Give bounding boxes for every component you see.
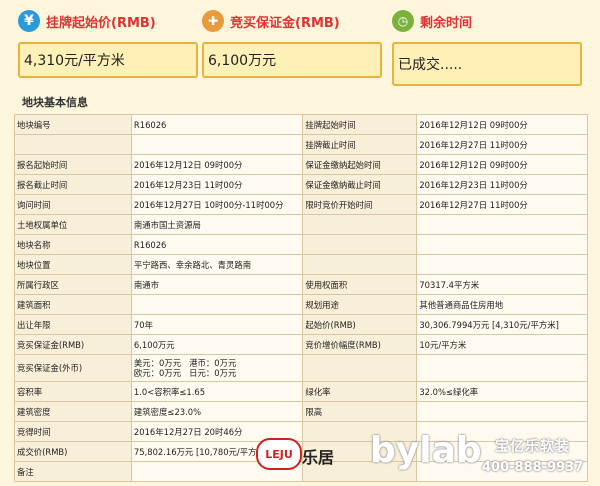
- field-label: 保证金缴纳截止时间: [302, 174, 418, 195]
- field-value: 2016年12月12日 09时00分: [130, 154, 304, 175]
- field-label: 询问时间: [14, 194, 132, 215]
- currency-icon: ¥: [18, 10, 40, 32]
- field-label: 地块编号: [14, 114, 132, 135]
- remaining-time-value: 已成交.....: [392, 42, 582, 86]
- table-row: 报名起始时间 2016年12月12日 09时00分 保证金缴纳起始时间 2016年12…: [14, 154, 588, 175]
- phone-text: 400-888-9937: [482, 460, 584, 475]
- field-label: 绿化率: [302, 381, 418, 402]
- field-label: 报名起始时间: [14, 154, 132, 175]
- leju-text: 乐居: [302, 448, 335, 467]
- field-label: 规划用途: [302, 294, 418, 315]
- field-value: 2016年12月12日 09时00分: [416, 114, 588, 135]
- field-label: [302, 254, 418, 275]
- field-value: 2016年12月23日 11时00分: [416, 174, 588, 195]
- field-value: 2016年12月23日 11时00分: [130, 174, 304, 195]
- section-title: 地块基本信息: [22, 96, 88, 109]
- field-label: 挂牌起始时间: [302, 114, 418, 135]
- field-value: 70317.4平方米: [416, 274, 588, 295]
- field-value: 2016年12月27日 11时00分: [416, 194, 588, 215]
- field-label: 成交价(RMB): [14, 441, 132, 462]
- table-row: 地块位置 平宁路西、幸余路北、青灵路南: [14, 254, 588, 275]
- field-label: 报名截止时间: [14, 174, 132, 195]
- field-label: 所属行政区: [14, 274, 132, 295]
- field-value: 平宁路西、幸余路北、青灵路南: [130, 254, 304, 275]
- field-label: [302, 234, 418, 255]
- deposit-icon: ✚: [202, 10, 224, 32]
- field-value: R16026: [130, 114, 304, 135]
- field-value: 其他普通商品住房用地: [416, 294, 588, 315]
- field-value: 1.0<容积率≤1.65: [130, 381, 304, 402]
- field-value: 10元/平方米: [416, 334, 588, 355]
- field-label: [302, 214, 418, 235]
- field-value: 30,306.7994万元 [4,310元/平方米]: [416, 314, 588, 335]
- remaining-time-card: ◷ 剩余时间 已成交.....: [392, 8, 582, 86]
- field-value: [130, 294, 304, 315]
- field-value: 南通市: [130, 274, 304, 295]
- field-value: [416, 401, 588, 422]
- start-price-value: 4,310元/平方米: [18, 42, 198, 78]
- watermark: LEJU 乐居 bylab 宝亿乐软装 400-888-9937: [250, 430, 600, 480]
- deposit-label: 竞买保证金(RMB): [230, 15, 340, 31]
- table-row: 挂牌截止时间 2016年12月27日 11时00分: [14, 134, 588, 155]
- field-value: 南通市国土资源局: [130, 214, 304, 235]
- field-value: 2016年12月27日 11时00分: [416, 134, 588, 155]
- field-value: [416, 254, 588, 275]
- field-value: [416, 214, 588, 235]
- summary-header: ¥ 挂牌起始价(RMB) 4,310元/平方米 ✚ 竞买保证金(RMB) 6,100…: [0, 0, 600, 92]
- field-value: [416, 234, 588, 255]
- field-label: 限时竞价开始时间: [302, 194, 418, 215]
- field-value: 2016年12月27日 10时00分-11时00分: [130, 194, 304, 215]
- field-label: 使用权面积: [302, 274, 418, 295]
- field-label: 挂牌截止时间: [302, 134, 418, 155]
- field-label: 限高: [302, 401, 418, 422]
- deposit-value: 6,100万元: [202, 42, 382, 78]
- table-row: 地块名称 R16026: [14, 234, 588, 255]
- table-row: 询问时间 2016年12月27日 10时00分-11时00分 限时竞价开始时间 201…: [14, 194, 588, 215]
- field-value: [130, 134, 304, 155]
- remaining-time-label: 剩余时间: [420, 15, 473, 31]
- field-label: 竞买保证金(外币): [14, 354, 132, 382]
- field-label: [302, 354, 418, 382]
- table-row: 所属行政区 南通市 使用权面积 70317.4平方米: [14, 274, 588, 295]
- table-row: 建筑面积 规划用途 其他普通商品住房用地: [14, 294, 588, 315]
- table-row: 地块编号 R16026 挂牌起始时间 2016年12月12日 09时00分: [14, 114, 588, 135]
- field-label: 备注: [14, 461, 132, 482]
- field-value: 2016年12月12日 09时00分: [416, 154, 588, 175]
- land-info-table: 地块编号 R16026 挂牌起始时间 2016年12月12日 09时00分 挂牌截止时间…: [14, 114, 588, 482]
- field-label: 保证金缴纳起始时间: [302, 154, 418, 175]
- start-price-card: ¥ 挂牌起始价(RMB) 4,310元/平方米: [18, 8, 198, 78]
- deposit-card: ✚ 竞买保证金(RMB) 6,100万元: [202, 8, 382, 78]
- table-row: 竞买保证金(外币) 美元：0万元 港币：0万元 欧元：0万元 日元：0万元: [14, 354, 588, 382]
- field-label: 竞买保证金(RMB): [14, 334, 132, 355]
- table-row: 报名截止时间 2016年12月23日 11时00分 保证金缴纳截止时间 2016年12…: [14, 174, 588, 195]
- table-row: 土地权属单位 南通市国土资源局: [14, 214, 588, 235]
- field-label: 容积率: [14, 381, 132, 402]
- field-label: 建筑密度: [14, 401, 132, 422]
- field-label: 起始价(RMB): [302, 314, 418, 335]
- alarm-clock-icon: ◷: [392, 10, 414, 32]
- field-value: 美元：0万元 港币：0万元 欧元：0万元 日元：0万元: [130, 354, 304, 382]
- table-row: 建筑密度 建筑密度≤23.0% 限高: [14, 401, 588, 422]
- field-value: 32.0%≤绿化率: [416, 381, 588, 402]
- field-label: 竞价增价幅度(RMB): [302, 334, 418, 355]
- field-value: 建筑密度≤23.0%: [130, 401, 304, 422]
- start-price-label: 挂牌起始价(RMB): [46, 15, 156, 31]
- field-label: 地块位置: [14, 254, 132, 275]
- field-value: [416, 354, 588, 382]
- table-row: 竞买保证金(RMB) 6,100万元 竞价增价幅度(RMB) 10元/平方米: [14, 334, 588, 355]
- bylab-logo: bylab: [370, 430, 482, 471]
- table-row: 容积率 1.0<容积率≤1.65 绿化率 32.0%≤绿化率: [14, 381, 588, 402]
- field-label: 竞得时间: [14, 421, 132, 442]
- field-label: [14, 134, 132, 155]
- field-value: 6,100万元: [130, 334, 304, 355]
- brand-text: 宝亿乐软装: [495, 439, 570, 455]
- table-row: 出让年限 70年 起始价(RMB) 30,306.7994万元 [4,310元/平方米…: [14, 314, 588, 335]
- field-label: 出让年限: [14, 314, 132, 335]
- leju-logo: LEJU: [256, 438, 302, 470]
- field-value: 70年: [130, 314, 304, 335]
- field-label: 土地权属单位: [14, 214, 132, 235]
- field-label: 建筑面积: [14, 294, 132, 315]
- field-value: R16026: [130, 234, 304, 255]
- field-label: 地块名称: [14, 234, 132, 255]
